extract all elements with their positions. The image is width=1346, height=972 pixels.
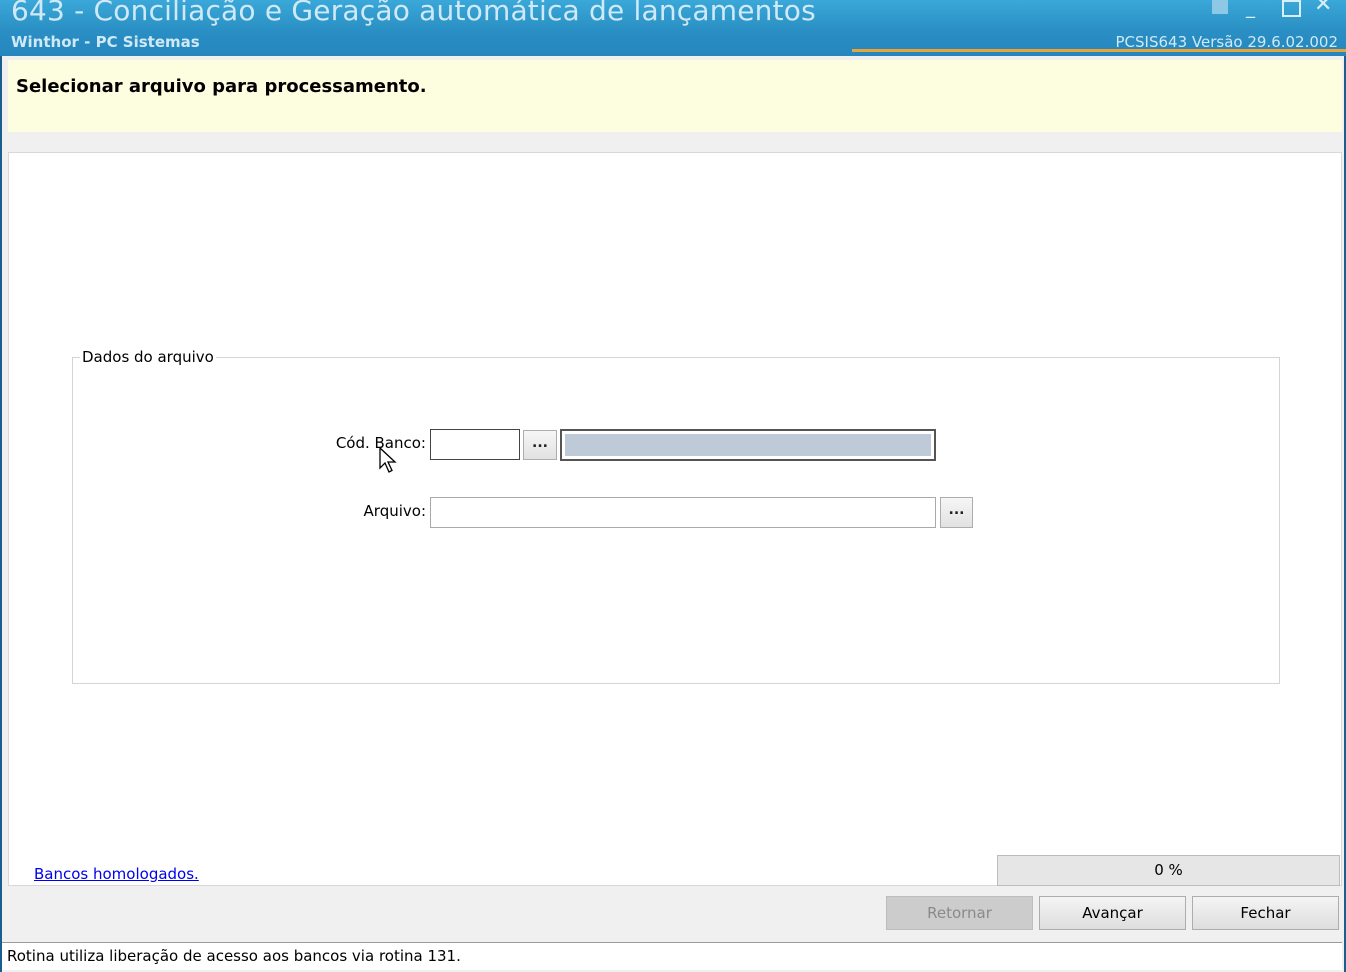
minimize-icon[interactable]: _ bbox=[1246, 0, 1255, 18]
maximize-icon[interactable] bbox=[1282, 0, 1301, 17]
cod-banco-search-button[interactable]: ... bbox=[523, 430, 557, 460]
close-icon[interactable]: ✕ bbox=[1314, 0, 1332, 16]
title-accent-line bbox=[852, 49, 1346, 52]
fechar-button[interactable]: Fechar bbox=[1192, 896, 1339, 930]
header-panel: Selecionar arquivo para processamento. bbox=[8, 60, 1342, 132]
mouse-cursor-icon bbox=[379, 446, 397, 473]
banco-description-value bbox=[565, 434, 931, 456]
banco-description-field bbox=[560, 429, 936, 461]
arquivo-input[interactable] bbox=[430, 497, 936, 528]
arquivo-browse-button[interactable]: ... bbox=[940, 497, 973, 528]
avancar-button[interactable]: Avançar bbox=[1039, 896, 1186, 930]
progress-bar: 0 % bbox=[997, 855, 1340, 886]
page-title: Selecionar arquivo para processamento. bbox=[16, 76, 427, 97]
cod-banco-label: Cód. Banco: bbox=[335, 434, 426, 452]
title-bar: 643 - Conciliação e Geração automática d… bbox=[0, 0, 1346, 56]
groupbox-label: Dados do arquivo bbox=[80, 348, 216, 366]
status-text: Rotina utiliza liberação de acesso aos b… bbox=[7, 947, 461, 965]
progress-text: 0 % bbox=[1154, 861, 1183, 879]
bancos-homologados-link[interactable]: Bancos homologados. bbox=[34, 865, 199, 883]
pin-icon[interactable] bbox=[1212, 0, 1228, 14]
window-title: 643 - Conciliação e Geração automática d… bbox=[11, 0, 816, 27]
retornar-button[interactable]: Retornar bbox=[886, 896, 1033, 930]
cod-banco-input[interactable] bbox=[430, 429, 520, 460]
window-subtitle: Winthor - PC Sistemas bbox=[11, 33, 200, 51]
arquivo-label: Arquivo: bbox=[363, 502, 426, 520]
status-bar: Rotina utiliza liberação de acesso aos b… bbox=[2, 942, 1342, 970]
